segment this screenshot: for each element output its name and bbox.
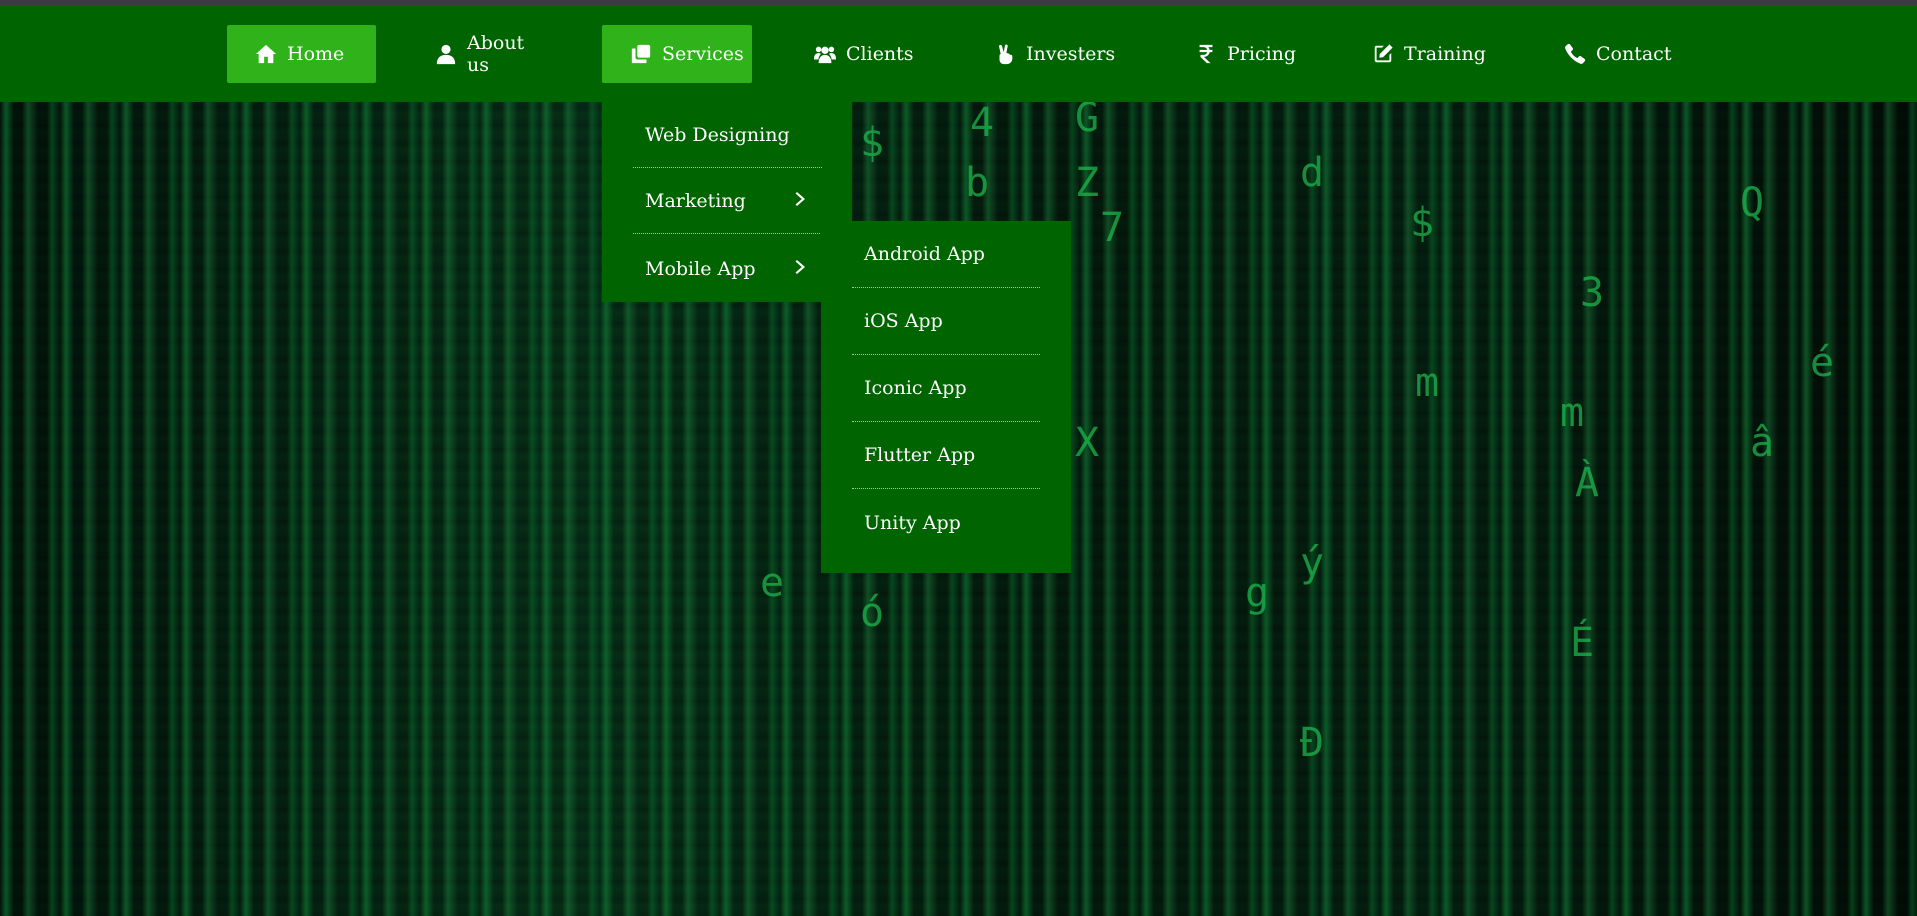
submenu-item-flutter-app[interactable]: Flutter App: [852, 422, 1040, 489]
nav-label: Pricing: [1227, 43, 1297, 65]
phone-icon: [1564, 43, 1586, 65]
submenu-item-android-app[interactable]: Android App: [852, 221, 1040, 288]
nav-label: About us: [467, 32, 525, 76]
matrix-glyph: ó: [860, 590, 885, 636]
dropdown-item-label: Web Designing: [645, 123, 790, 146]
dropdown-item-web-designing[interactable]: Web Designing: [633, 102, 822, 168]
submenu-item-label: Iconic App: [864, 377, 967, 399]
matrix-glyph: â: [1750, 420, 1775, 466]
matrix-glyph: d: [1300, 150, 1325, 196]
submenu-item-iconic-app[interactable]: Iconic App: [852, 355, 1040, 422]
rupee-icon: [1195, 43, 1217, 65]
users-icon: [814, 43, 836, 65]
matrix-glyph: Z: [1075, 160, 1100, 206]
matrix-glyph: Q: [1740, 180, 1765, 226]
submenu-item-label: Unity App: [864, 511, 961, 534]
submenu-item-label: Flutter App: [864, 444, 976, 466]
nav-label: Services: [662, 43, 744, 65]
nav-home[interactable]: Home: [227, 25, 376, 83]
matrix-glyph: m: [1415, 360, 1440, 406]
nav-about-us[interactable]: About us: [407, 25, 567, 83]
matrix-glyph: m: [1560, 390, 1585, 436]
home-icon: [255, 43, 277, 65]
dropdown-item-label: Mobile App: [645, 258, 756, 280]
submenu-item-label: iOS App: [864, 310, 943, 332]
nav-label: Investers: [1026, 43, 1116, 65]
nav-investers[interactable]: Investers: [966, 25, 1126, 83]
main-navbar: Home About us Services Clients Investers…: [0, 5, 1917, 102]
dropdown-item-mobile-app[interactable]: Mobile App: [633, 236, 822, 302]
submenu-item-label: Android App: [864, 243, 985, 265]
submenu-item-unity-app[interactable]: Unity App: [852, 489, 1040, 556]
matrix-glyph: É: [1570, 620, 1595, 666]
matrix-glyph: ý: [1300, 540, 1325, 586]
matrix-glyph: é: [1810, 340, 1835, 386]
matrix-glyph: X: [1075, 420, 1100, 466]
peace-hand-icon: [994, 43, 1016, 65]
services-dropdown: Web Designing Marketing Mobile App: [602, 102, 852, 302]
nav-clients[interactable]: Clients: [786, 25, 936, 83]
nav-label: Training: [1404, 43, 1486, 65]
clone-icon: [630, 43, 652, 65]
matrix-glyph: g: [1245, 570, 1270, 616]
user-icon: [435, 43, 457, 65]
matrix-glyph: e: [760, 560, 785, 606]
nav-pricing[interactable]: Pricing: [1167, 25, 1307, 83]
edit-icon: [1372, 43, 1394, 65]
nav-contact[interactable]: Contact: [1536, 25, 1686, 83]
matrix-glyph: Đ: [1300, 720, 1325, 766]
matrix-glyph: À: [1575, 460, 1600, 506]
matrix-glyph: b: [965, 160, 990, 206]
matrix-glyph: 4: [970, 100, 995, 146]
nav-training[interactable]: Training: [1344, 25, 1504, 83]
matrix-glyph: $: [1410, 200, 1435, 246]
chevron-right-icon: [794, 258, 808, 280]
chevron-right-icon: [794, 190, 808, 212]
nav-label: Clients: [846, 43, 914, 65]
nav-services[interactable]: Services: [602, 25, 752, 83]
submenu-item-ios-app[interactable]: iOS App: [852, 288, 1040, 355]
dropdown-item-label: Marketing: [645, 189, 746, 212]
matrix-glyph: 7: [1100, 205, 1125, 251]
dropdown-item-marketing[interactable]: Marketing: [633, 168, 822, 234]
mobile-app-submenu: Android App iOS App Iconic App Flutter A…: [821, 221, 1071, 573]
matrix-glyph: $: [860, 120, 885, 166]
nav-label: Contact: [1596, 43, 1672, 65]
nav-label: Home: [287, 43, 345, 65]
matrix-glyph: 3: [1580, 270, 1605, 316]
